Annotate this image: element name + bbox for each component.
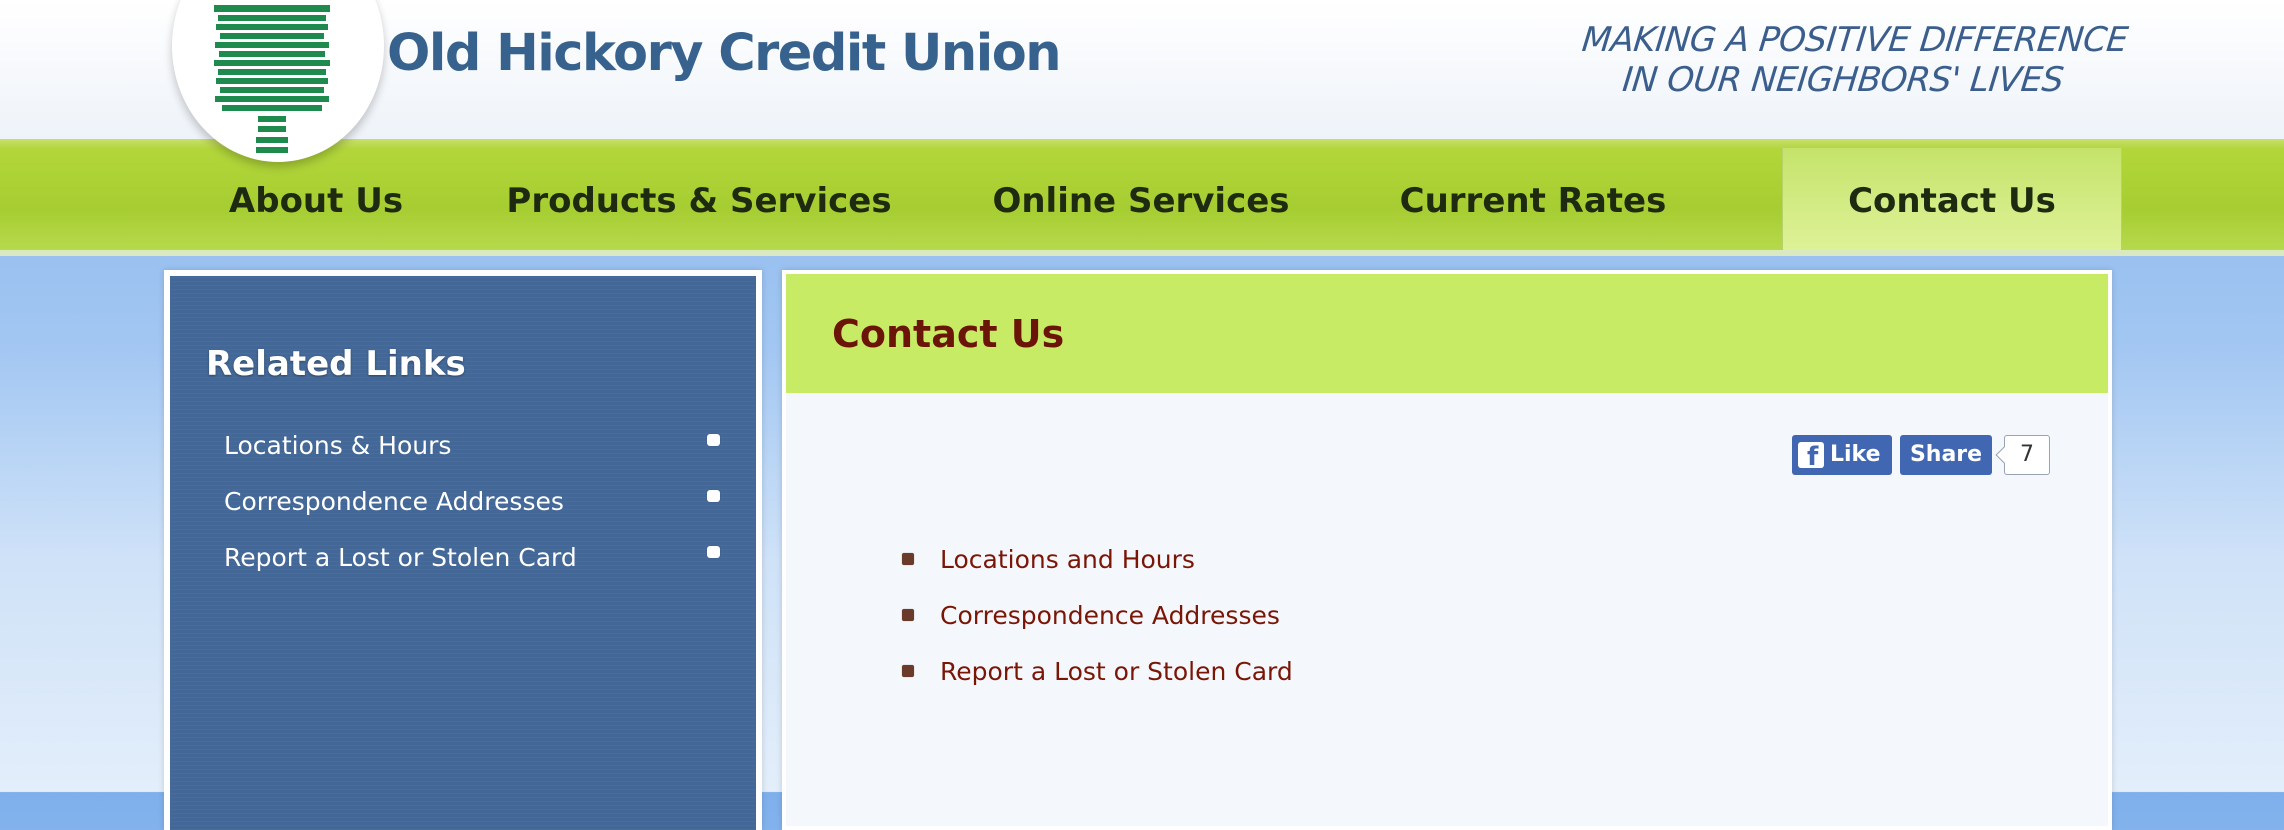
header-divider bbox=[0, 139, 2284, 148]
sidebar-item-label[interactable]: Report a Lost or Stolen Card bbox=[224, 538, 577, 578]
nav-bottom-rule bbox=[0, 250, 2284, 256]
nav-item-about-us[interactable]: About Us bbox=[168, 148, 464, 250]
main-nav: About Us Products & Services Online Serv… bbox=[0, 148, 2284, 250]
count-notch bbox=[1995, 446, 2013, 464]
nav-item-products-services[interactable]: Products & Services bbox=[464, 148, 934, 250]
square-bullet-icon bbox=[902, 553, 914, 565]
sidebar-item-locations-hours[interactable]: Locations & Hours bbox=[170, 426, 756, 482]
square-bullet-icon bbox=[707, 490, 720, 502]
sidebar-item-lost-stolen-card[interactable]: Report a Lost or Stolen Card bbox=[170, 538, 756, 594]
main-header-band: Contact Us bbox=[786, 274, 2108, 393]
sidebar-panel: Related Links Locations & Hours Correspo… bbox=[170, 276, 756, 830]
tagline-line-2: IN OUR NEIGHBORS' LIVES bbox=[1620, 60, 2066, 100]
facebook-like-button[interactable]: f Like bbox=[1792, 435, 1892, 475]
sidebar: Related Links Locations & Hours Correspo… bbox=[164, 270, 762, 830]
tagline: MAKING A POSITIVE DIFFERENCE IN OUR NEIG… bbox=[1576, 20, 2130, 100]
sidebar-list: Locations & Hours Correspondence Address… bbox=[170, 426, 756, 594]
site-header: Old Hickory Credit Union MAKING A POSITI… bbox=[0, 0, 2284, 162]
sidebar-item-correspondence-addresses[interactable]: Correspondence Addresses bbox=[170, 482, 756, 538]
share-count: 7 bbox=[1995, 435, 2050, 475]
like-label: Like bbox=[1830, 442, 1881, 467]
nav-item-contact-us[interactable]: Contact Us bbox=[1782, 148, 2122, 250]
main-nav-inner: About Us Products & Services Online Serv… bbox=[168, 148, 2122, 250]
link-locations-hours[interactable]: Locations and Hours bbox=[940, 542, 1195, 578]
sidebar-item-label[interactable]: Locations & Hours bbox=[224, 426, 451, 466]
square-bullet-icon bbox=[707, 434, 720, 446]
sidebar-item-label[interactable]: Correspondence Addresses bbox=[224, 482, 564, 522]
facebook-share-button[interactable]: Share bbox=[1900, 435, 1992, 475]
page-title: Contact Us bbox=[832, 312, 1065, 356]
share-count-value: 7 bbox=[2020, 442, 2034, 467]
link-correspondence-addresses[interactable]: Correspondence Addresses bbox=[940, 598, 1280, 634]
facebook-icon: f bbox=[1798, 442, 1824, 468]
square-bullet-icon bbox=[707, 546, 720, 558]
main-content: Contact Us f Like Share 7 Locations and … bbox=[782, 270, 2112, 830]
sidebar-title: Related Links bbox=[206, 344, 466, 384]
tagline-line-1: MAKING A POSITIVE DIFFERENCE bbox=[1580, 20, 2130, 60]
square-bullet-icon bbox=[902, 609, 914, 621]
nav-item-online-services[interactable]: Online Services bbox=[934, 148, 1348, 250]
nav-item-current-rates[interactable]: Current Rates bbox=[1348, 148, 1718, 250]
brand-name[interactable]: Old Hickory Credit Union bbox=[387, 24, 1062, 83]
square-bullet-icon bbox=[902, 665, 914, 677]
tree-logo-icon[interactable] bbox=[212, 0, 332, 158]
link-lost-stolen-card[interactable]: Report a Lost or Stolen Card bbox=[940, 654, 1293, 690]
